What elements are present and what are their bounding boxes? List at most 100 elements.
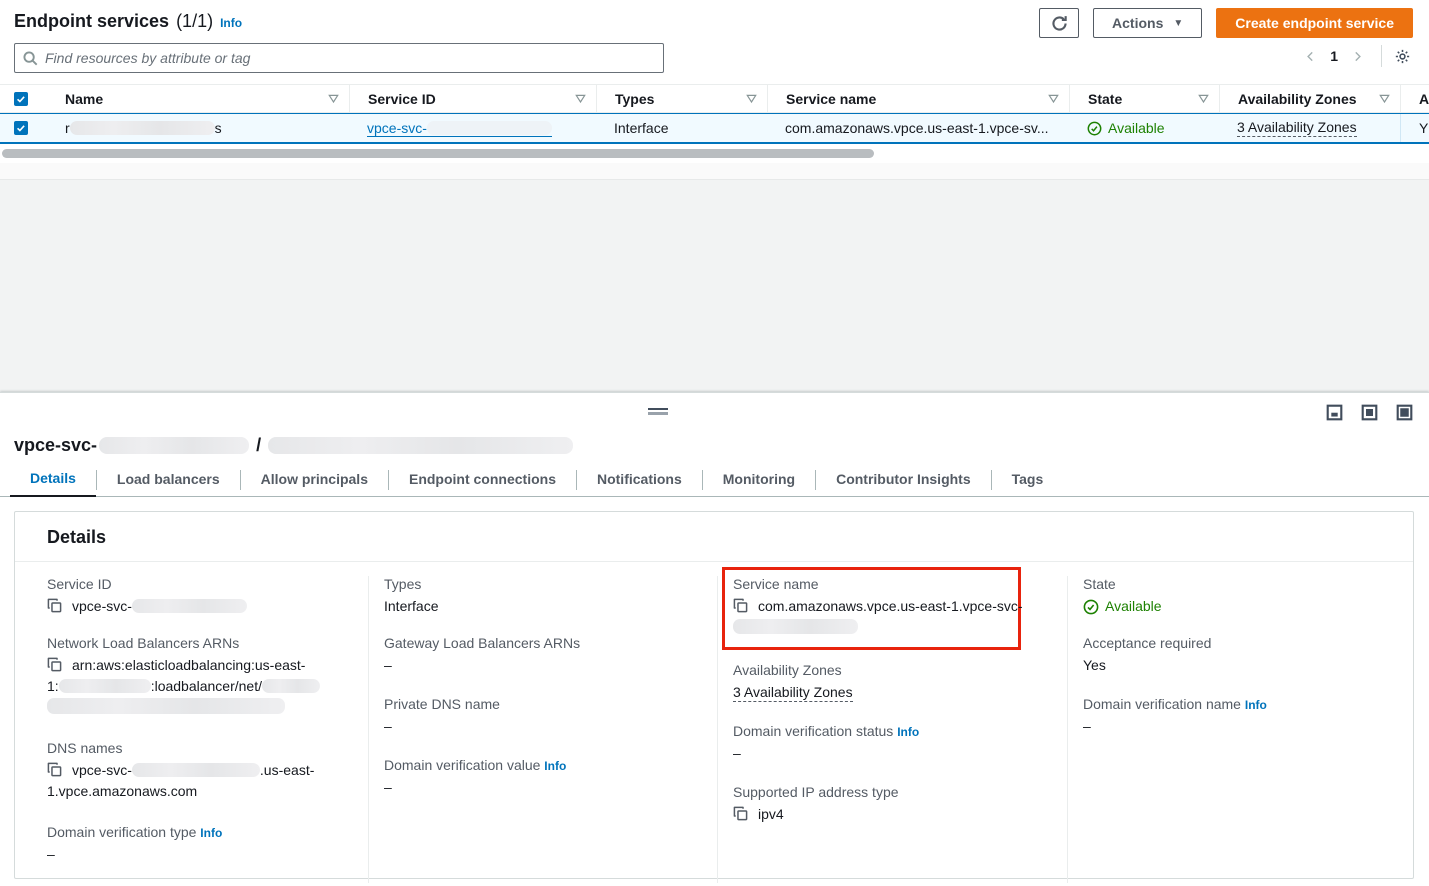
field-label: Acceptance required [1083, 635, 1391, 651]
redacted-value [132, 763, 260, 777]
availability-zones-link[interactable]: 3 Availability Zones [1237, 119, 1357, 137]
select-all-checkbox[interactable] [14, 92, 28, 106]
status-available-icon [1087, 121, 1102, 136]
field-nlb-arns: Network Load Balancers ARNs arn:aws:elas… [47, 635, 346, 718]
list-panel-footer-strip [0, 163, 1429, 180]
gear-icon[interactable] [1392, 47, 1413, 66]
tab-allow-principals[interactable]: Allow principals [241, 465, 388, 496]
info-link[interactable]: Info [200, 826, 222, 840]
field-label: Service ID [47, 576, 346, 592]
field-label: Private DNS name [384, 696, 695, 712]
service-id-value-prefix: vpce-svc- [72, 598, 132, 614]
tab-monitoring[interactable]: Monitoring [703, 465, 815, 496]
tab-notifications[interactable]: Notifications [577, 465, 702, 496]
field-value: Yes [1083, 655, 1391, 676]
column-header-name: Name [65, 91, 103, 107]
search-box[interactable] [14, 43, 664, 73]
nlb-arn-line1: arn:aws:elasticloadbalancing:us-east- [72, 657, 305, 673]
field-domain-verification-name: Domain verification name Info – [1083, 696, 1391, 737]
field-label: Network Load Balancers ARNs [47, 635, 346, 651]
horizontal-scrollbar-thumb[interactable] [2, 149, 874, 158]
redacted-value [59, 679, 151, 693]
dns-prefix: vpce-svc- [72, 762, 132, 778]
field-label: Domain verification status [733, 723, 893, 739]
search-input[interactable] [45, 50, 655, 66]
chevron-right-icon[interactable] [1344, 48, 1371, 65]
cell-availability-zones: 3 Availability Zones [1219, 114, 1400, 142]
panel-tabs: Details Load balancers Allow principals … [0, 465, 1429, 497]
cell-acceptance-partial: Y [1400, 114, 1429, 142]
panel-size-controls [1326, 404, 1413, 421]
panel-size-medium-icon[interactable] [1361, 404, 1378, 421]
details-column-3: Service name com.amazonaws.vpce.us-east-… [717, 576, 1067, 883]
filter-icon[interactable] [746, 93, 757, 104]
search-icon [23, 51, 38, 66]
service-id-link[interactable]: vpce-svc- [367, 120, 552, 137]
name-ghost-end: s [215, 120, 222, 136]
field-types: Types Interface [384, 576, 695, 617]
chevron-left-icon[interactable] [1297, 48, 1324, 65]
actions-button[interactable]: Actions ▼ [1093, 8, 1202, 38]
details-column-1: Service ID vpce-svc- Network Load Balanc… [47, 576, 368, 883]
redacted-value [262, 679, 320, 693]
field-label: Supported IP address type [733, 784, 1045, 800]
state-text: Available [1108, 120, 1165, 136]
column-header-availability-zones: Availability Zones [1238, 91, 1357, 107]
copy-icon[interactable] [47, 762, 62, 777]
field-domain-verification-value: Domain verification value Info – [384, 757, 695, 798]
filter-icon[interactable] [1379, 93, 1390, 104]
copy-icon[interactable] [47, 657, 62, 672]
details-card-header: Details [15, 512, 1413, 562]
field-state: State Available [1083, 576, 1391, 617]
caret-down-icon: ▼ [1173, 18, 1183, 29]
panel-resize-handle[interactable] [648, 408, 668, 415]
field-label: Domain verification name [1083, 696, 1241, 712]
tab-tags[interactable]: Tags [992, 465, 1064, 496]
state-badge: Available [1083, 596, 1391, 617]
field-service-id: Service ID vpce-svc- [47, 576, 346, 617]
info-link[interactable]: Info [1245, 698, 1267, 712]
row-checkbox[interactable] [14, 121, 28, 135]
cell-name: rs [47, 114, 349, 142]
redacted-title-name [268, 437, 573, 454]
panel-size-small-icon[interactable] [1326, 404, 1343, 421]
cell-state: Available [1069, 114, 1219, 142]
pagination: 1 [1297, 45, 1413, 67]
table-row[interactable]: rs vpce-svc- Interface com.amazonaws.vpc… [0, 113, 1429, 144]
filter-icon[interactable] [1048, 93, 1059, 104]
filter-icon[interactable] [328, 93, 339, 104]
filter-icon[interactable] [575, 93, 586, 104]
filter-icon[interactable] [1198, 93, 1209, 104]
redacted-value [47, 698, 285, 714]
tab-load-balancers[interactable]: Load balancers [97, 465, 240, 496]
tab-details[interactable]: Details [10, 464, 96, 497]
types-value: Interface [614, 120, 668, 136]
create-endpoint-service-button[interactable]: Create endpoint service [1216, 8, 1413, 38]
field-domain-verification-status: Domain verification status Info – [733, 723, 1045, 764]
info-link[interactable]: Info [544, 759, 566, 773]
field-label: Types [384, 576, 695, 592]
page-number[interactable]: 1 [1324, 48, 1344, 64]
field-acceptance-required: Acceptance required Yes [1083, 635, 1391, 676]
copy-icon[interactable] [733, 598, 748, 613]
table-header-row: Name Service ID Types Service name [0, 84, 1429, 113]
page-info-link[interactable]: Info [220, 16, 242, 30]
refresh-button[interactable] [1039, 8, 1079, 38]
refresh-icon [1051, 15, 1068, 32]
info-link[interactable]: Info [897, 725, 919, 739]
availability-zones-link[interactable]: 3 Availability Zones [733, 684, 853, 702]
copy-icon[interactable] [733, 806, 748, 821]
field-availability-zones: Availability Zones 3 Availability Zones [733, 662, 1045, 703]
copy-icon[interactable] [47, 598, 62, 613]
service-id-prefix: vpce-svc- [367, 120, 427, 136]
panel-size-large-icon[interactable] [1396, 404, 1413, 421]
field-dns-names: DNS names vpce-svc-.us-east- 1.vpce.amaz… [47, 740, 346, 802]
panel-title: vpce-svc- / [14, 435, 573, 456]
tab-endpoint-connections[interactable]: Endpoint connections [389, 465, 576, 496]
endpoint-services-table: Name Service ID Types Service name [0, 84, 1429, 144]
tab-contributor-insights[interactable]: Contributor Insights [816, 465, 991, 496]
details-card: Details Service ID vpce-svc- Network Loa… [14, 511, 1414, 879]
column-header-service-id: Service ID [368, 91, 436, 107]
field-label: Availability Zones [733, 662, 1045, 678]
panel-title-prefix: vpce-svc- [14, 435, 97, 456]
